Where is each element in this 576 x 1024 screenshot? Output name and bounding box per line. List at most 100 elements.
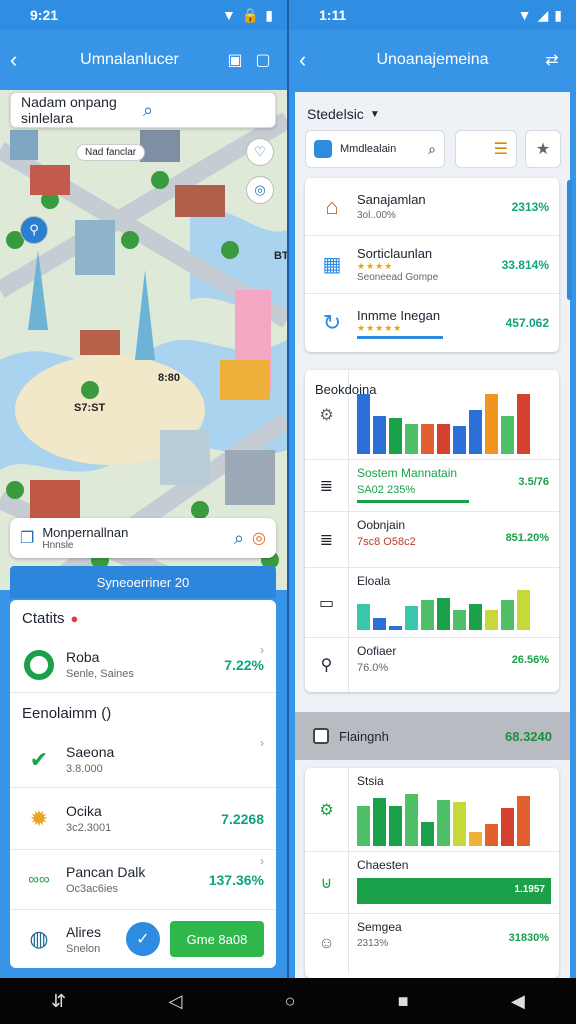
- chart-bar: [373, 618, 386, 630]
- chart-bar: [373, 416, 386, 454]
- item-title: Pancan Dalk: [66, 864, 146, 880]
- item-subtitle: 3c2.3001: [66, 822, 112, 834]
- map-label: BT: [274, 250, 287, 262]
- item-value: 7.2268: [221, 810, 264, 827]
- check-button[interactable]: ✓: [126, 922, 160, 956]
- chart-bar: [485, 610, 498, 630]
- layout-button[interactable]: ☰: [455, 130, 517, 168]
- map-chip[interactable]: Nad fanclar: [76, 144, 146, 161]
- back-icon[interactable]: ◁: [169, 991, 183, 1012]
- heart-icon[interactable]: ♡: [246, 138, 274, 166]
- lower-chart-card: ⚙ Stsia ⊍ Chaesten 1.1957 ☺ Semgea 2313%…: [305, 768, 559, 978]
- chart-bar: [373, 798, 386, 846]
- item-title: Roba: [66, 649, 100, 665]
- chart-bar: [357, 604, 370, 630]
- chart-bar: [453, 802, 466, 846]
- chart-bar: [469, 604, 482, 630]
- search-field[interactable]: Mmdlealain ⌕: [305, 130, 445, 168]
- globe-icon: ◍: [29, 926, 49, 951]
- chart-bar: [389, 806, 402, 846]
- item-title: Sorticlaunlan: [357, 246, 433, 261]
- item-title: Saeona: [66, 744, 115, 760]
- left-pane: 9:21 ▼ 🔒 ▮ ‹ Umnalanlucer ▣ ▢ Nadam onpa…: [0, 0, 287, 978]
- list-item[interactable]: ⌂ Sanajamlan 3ol..00% 2313%: [305, 178, 559, 236]
- recent-apps-icon[interactable]: ⇵: [51, 991, 66, 1012]
- chevron-right-icon: ›: [260, 643, 264, 657]
- map-search-input[interactable]: Nadam onpang sinlelara: [21, 94, 143, 126]
- highlight-row[interactable]: Flaingnh 68.3240: [295, 712, 570, 760]
- filter-dropdown[interactable]: Stedelsic ▼: [307, 106, 380, 122]
- chart-row[interactable]: ☺ Semgea 2313% 31830%: [305, 914, 559, 974]
- chart-row[interactable]: ≣ Oobnjain 7sc8 O58c2 851.20%: [305, 512, 559, 568]
- refresh-icon: ↻: [322, 310, 342, 335]
- map-search-bar[interactable]: Nadam onpang sinlelara ⌕: [10, 92, 276, 128]
- chart-row[interactable]: ⊍ Chaesten 1.1957: [305, 852, 559, 914]
- item-subtitle: Snelon: [66, 942, 101, 955]
- badge-icon: ✹: [29, 805, 49, 831]
- rating-stars: ★★★★★: [357, 322, 403, 333]
- checkbox-icon[interactable]: [313, 728, 329, 744]
- house-icon: ⌂: [325, 193, 339, 219]
- primary-button[interactable]: Gme 8a08: [170, 921, 264, 957]
- compass-icon[interactable]: ◎: [252, 528, 266, 548]
- back-arrow-icon[interactable]: ‹: [10, 47, 38, 73]
- back-arrow-icon[interactable]: ‹: [299, 47, 327, 73]
- chart-bar: [453, 426, 466, 454]
- back-triangle-icon[interactable]: ◀: [511, 991, 525, 1012]
- list-item[interactable]: ↻ Inmme Inegan ★★★★★ 457.062: [305, 294, 559, 352]
- overview-icon[interactable]: ■: [398, 991, 409, 1012]
- chart-row[interactable]: ⚲ Oofiaer 76.0% 26.56%: [305, 638, 559, 692]
- chart-bar: [389, 418, 402, 454]
- share-icon[interactable]: ⇄: [538, 50, 566, 70]
- chart-title: Stsia: [357, 774, 384, 788]
- list-item[interactable]: Roba Senle, Saines 7.22% ›: [10, 637, 276, 693]
- folder-icon: ▭: [305, 568, 349, 637]
- chart-row: ⚙ Stsia: [305, 768, 559, 852]
- gear-icon: ⚙: [305, 768, 349, 851]
- favorite-button[interactable]: ★: [525, 130, 561, 168]
- city-map[interactable]: [0, 90, 287, 590]
- list-item[interactable]: ∞∞ Pancan Dalk Oc3ac6ies 137.36% ›: [10, 850, 276, 910]
- list-item[interactable]: ▦ Sorticlaunlan ★★★★ Seoneead Gompe 33.814…: [305, 236, 559, 294]
- stats-section-header: Ctatits ●: [10, 600, 276, 637]
- gps-icon[interactable]: ◎: [246, 176, 274, 204]
- chart-row[interactable]: ▭ Eloala: [305, 568, 559, 638]
- search-icon[interactable]: ⌕: [143, 100, 265, 121]
- chat-icon[interactable]: ▢: [249, 50, 277, 70]
- wifi-icon: ▼: [221, 7, 236, 23]
- chart-title: Beokdoina: [315, 382, 377, 397]
- list-item[interactable]: ✹ Ocika 3c2.3001 7.2268: [10, 788, 276, 850]
- chart-bar: [357, 806, 370, 846]
- location-pin-icon[interactable]: ⚲: [20, 216, 48, 244]
- search-input[interactable]: Mmdlealain: [340, 143, 420, 155]
- highlight-value: 68.3240: [505, 728, 552, 744]
- green-band: 1.1957: [357, 878, 551, 904]
- item-value: 2313%: [511, 199, 549, 214]
- chart-bar: [469, 410, 482, 454]
- home-icon[interactable]: ○: [285, 991, 296, 1012]
- page-title: Unoanajemeina: [376, 51, 489, 68]
- map-label: S7:ST: [74, 402, 106, 414]
- chart-bar: [389, 626, 402, 630]
- bar-chart: [357, 590, 551, 630]
- item-value: 7.22%: [224, 656, 264, 673]
- right-pane: 1:11 ▼ ◢ ▮ ‹ Unoanajemeina ⇄ Stedelsic ▼…: [289, 0, 576, 978]
- chart-bar: [501, 600, 514, 630]
- chart-bar: [421, 600, 434, 630]
- item-title: Chaesten: [357, 858, 409, 872]
- bottom-action-row: ◍ Alires Snelon ✓ Gme 8a08: [10, 910, 276, 968]
- item-value: 33.814%: [501, 257, 549, 272]
- chart-bar: [421, 424, 434, 454]
- item-value: 1.1957: [514, 884, 545, 895]
- search-icon[interactable]: ⌕: [234, 528, 244, 549]
- search-icon[interactable]: ⌕: [428, 141, 436, 158]
- window-icon[interactable]: ▣: [221, 50, 249, 70]
- chart-bar: [517, 590, 530, 630]
- chart-row[interactable]: ≣ Sostem Mannatain SA02 235% 3.5/76: [305, 460, 559, 512]
- scrollbar[interactable]: [567, 180, 572, 300]
- item-subtitle: Senle, Saines: [66, 668, 134, 680]
- location-bar[interactable]: ❐ Monpernallnan Hnnsle ⌕ ◎: [10, 518, 276, 558]
- dropdown-arrow-icon: ▼: [369, 108, 380, 120]
- database-icon: ≣: [305, 512, 349, 567]
- list-item[interactable]: ✔ Saeona 3.8.000 ›: [10, 732, 276, 788]
